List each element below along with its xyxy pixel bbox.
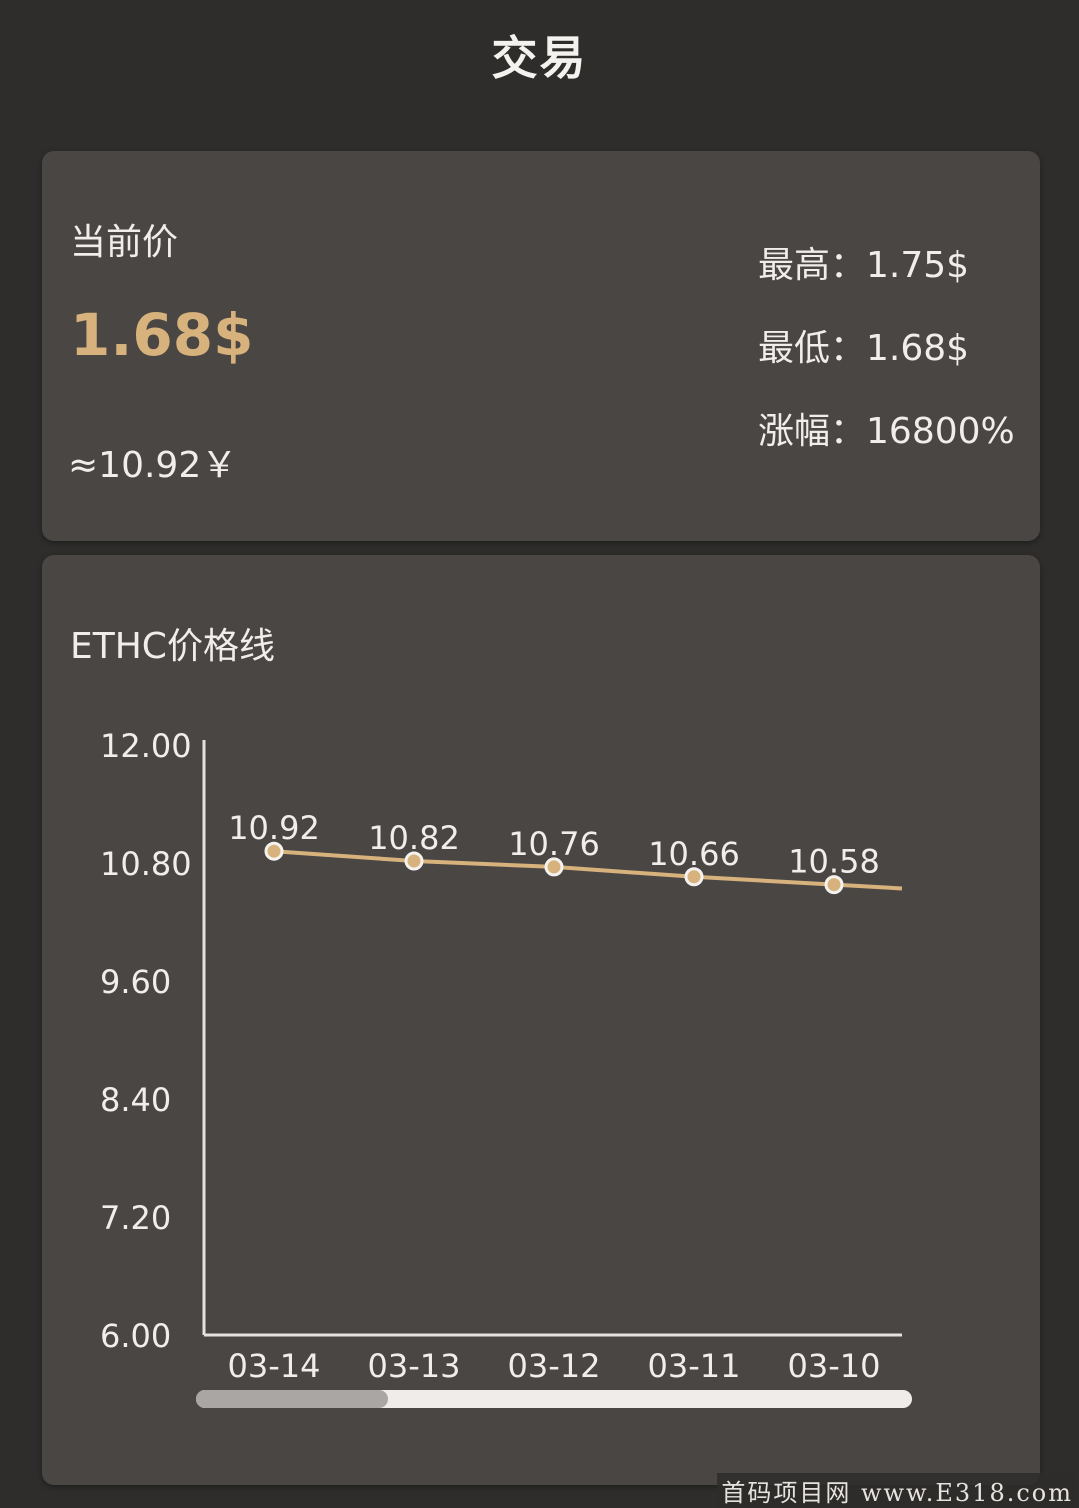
stat-change: 涨幅：16800%	[758, 407, 1015, 490]
chart-card: ETHC价格线 12.00 10.80 9.60 8.40 7.20 6.00 03-14…	[42, 555, 1040, 1485]
y-tick-label: 7.20	[100, 1199, 171, 1237]
x-tick-label: 03-14	[228, 1347, 321, 1385]
price-line-chart: 12.0010.809.608.407.206.00 03-14 03-13 03-…	[100, 727, 903, 1385]
y-axis: 12.00 10.80 9.60 8.40 7.20 6.00	[100, 727, 206, 1355]
y-tick-label: 6.00	[100, 1317, 171, 1355]
cny-equivalent: ≈10.92￥	[68, 445, 238, 486]
y-tick-label: 8.40	[100, 1081, 171, 1119]
x-tick-label: 03-11	[648, 1347, 741, 1385]
y-tick-label: 9.60	[100, 963, 171, 1001]
stat-change-value: 16800%	[866, 411, 1015, 452]
stat-low-label: 最低：	[758, 328, 867, 369]
price-stats: 最高：1.75$ 最低：1.68$ 涨幅：16800%	[758, 241, 1015, 490]
chart-scrollbar[interactable]	[196, 1390, 912, 1408]
stat-high: 最高：1.75$	[758, 241, 1015, 324]
data-label: 10.58	[788, 843, 880, 881]
current-price-label: 当前价	[70, 222, 179, 263]
x-tick-label: 03-13	[368, 1347, 461, 1385]
stat-high-label: 最高：	[758, 245, 867, 286]
stat-change-label: 涨幅：	[758, 411, 867, 452]
price-series: 10.92 10.82 10.76 10.66 10.58	[228, 809, 903, 895]
watermark: 首码项目网 www.E318.com	[717, 1473, 1077, 1508]
data-label: 10.66	[648, 835, 740, 873]
data-label: 10.82	[368, 819, 460, 857]
stat-low: 最低：1.68$	[758, 324, 1015, 407]
data-label: 10.76	[508, 825, 600, 863]
x-axis: 03-14 03-13 03-12 03-11 03-10	[204, 1333, 902, 1385]
y-tick-label: 12.00	[100, 727, 192, 765]
stat-low-value: 1.68$	[866, 328, 970, 369]
stat-high-value: 1.75$	[866, 245, 970, 286]
y-tick-label: 10.80	[100, 845, 192, 883]
current-price-value: 1.68$	[70, 301, 254, 369]
page-title: 交易	[491, 31, 588, 85]
price-card: 当前价 1.68$ ≈10.92￥ 最高：1.75$ 最低：1.68$ 涨幅：1…	[42, 151, 1040, 541]
data-label: 10.92	[228, 809, 320, 847]
x-tick-label: 03-12	[508, 1347, 601, 1385]
chart-scrollbar-thumb[interactable]	[196, 1390, 388, 1408]
x-tick-label: 03-10	[788, 1347, 881, 1385]
